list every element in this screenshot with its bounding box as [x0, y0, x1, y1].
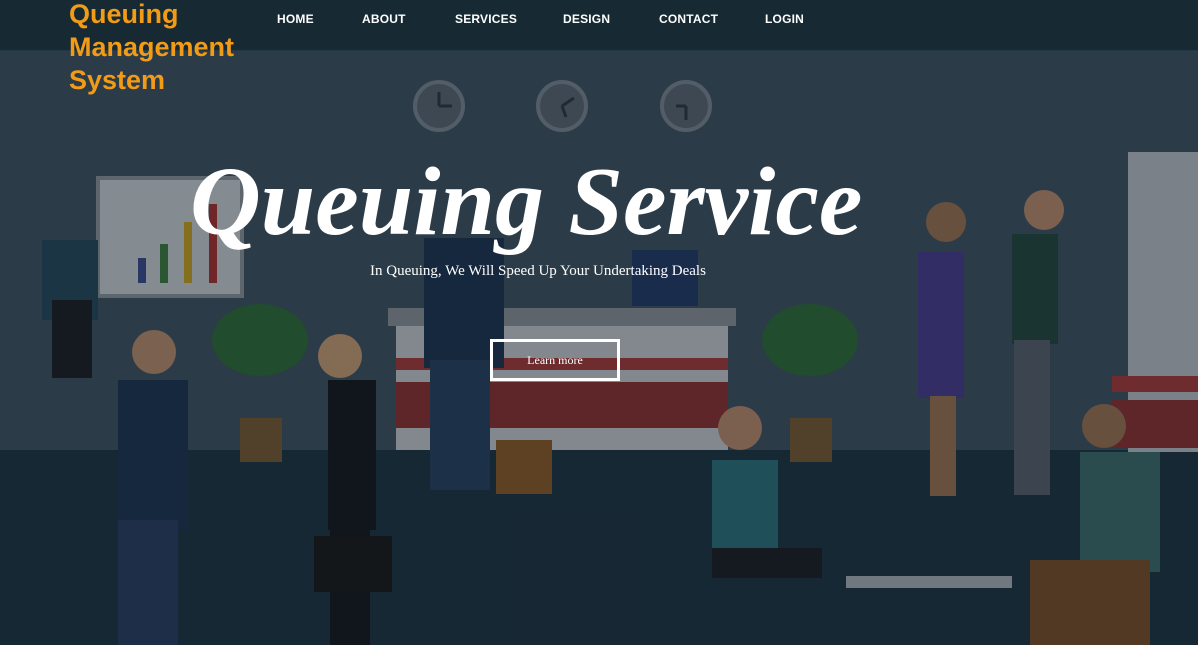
- nav-services[interactable]: SERVICES: [455, 12, 517, 26]
- learn-more-button[interactable]: Learn more: [490, 339, 620, 381]
- brand-line: Management: [69, 32, 235, 62]
- hero-subtitle: In Queuing, We Will Speed Up Your Undert…: [370, 263, 706, 279]
- brand-logo[interactable]: Queuing Management System: [69, 0, 269, 97]
- nav-home[interactable]: HOME: [277, 12, 314, 26]
- nav-about[interactable]: ABOUT: [362, 12, 406, 26]
- brand-line: Queuing: [69, 0, 179, 29]
- nav-login[interactable]: LOGIN: [765, 12, 804, 26]
- hero-title: Queuing Service: [190, 148, 863, 256]
- nav-contact[interactable]: CONTACT: [659, 12, 718, 26]
- nav-design[interactable]: DESIGN: [563, 12, 610, 26]
- brand-line: System: [69, 65, 166, 95]
